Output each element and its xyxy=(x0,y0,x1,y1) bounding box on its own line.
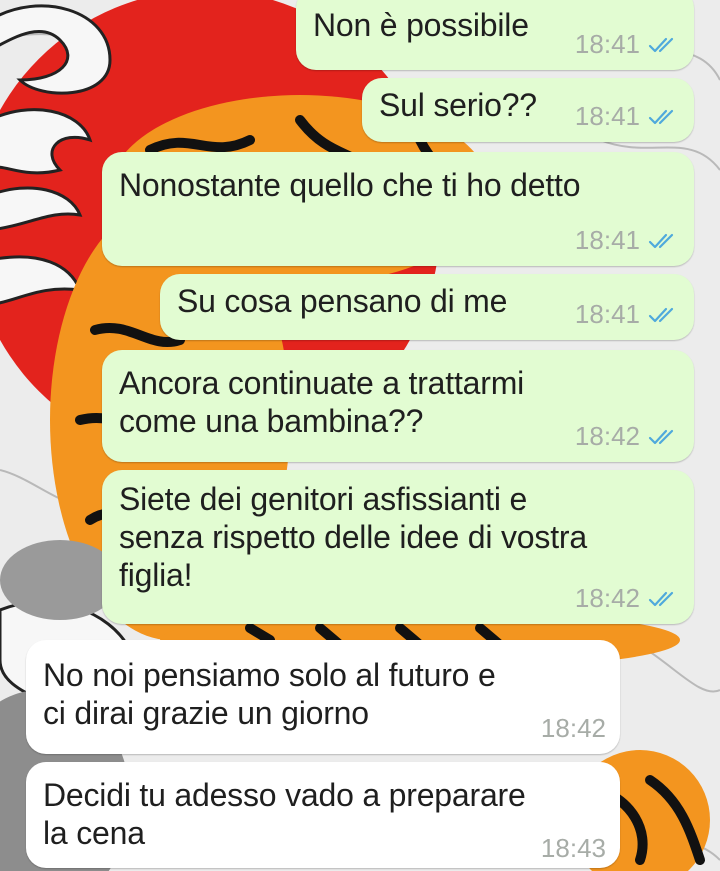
message-bubble-incoming[interactable]: No noi pensiamo solo al futuro e ci dira… xyxy=(26,640,620,754)
message-text: Siete dei genitori asfissianti e senza r… xyxy=(119,481,587,593)
message-time: 18:43 xyxy=(540,833,606,863)
message-time: 18:42 xyxy=(574,583,640,613)
message-meta: 18:42 xyxy=(575,421,680,452)
message-meta: 18:41 xyxy=(575,225,680,256)
message-bubble-incoming[interactable]: Decidi tu adesso vado a preparare la cen… xyxy=(26,762,620,868)
message-meta: 18:41 xyxy=(575,101,680,132)
message-time: 18:42 xyxy=(540,713,606,743)
message-text: Sul serio?? xyxy=(379,87,537,123)
message-text: Ancora continuate a trattarmi come una b… xyxy=(119,365,525,439)
read-double-tick-icon xyxy=(648,590,680,608)
message-meta: 18:41 xyxy=(575,29,680,60)
message-meta: 18:42 xyxy=(541,713,606,744)
message-meta: 18:43 xyxy=(541,833,606,864)
message-meta: 18:41 xyxy=(575,299,680,330)
message-bubble-outgoing[interactable]: Su cosa pensano di me 18:41 xyxy=(160,274,694,340)
message-bubble-outgoing[interactable]: Nonostante quello che ti ho detto 18:41 xyxy=(102,152,694,266)
message-text: Su cosa pensano di me xyxy=(177,283,508,319)
message-meta: 18:42 xyxy=(575,583,680,614)
message-bubble-outgoing[interactable]: Siete dei genitori asfissianti e senza r… xyxy=(102,470,694,624)
message-text: Decidi tu adesso vado a preparare la cen… xyxy=(43,777,526,851)
read-double-tick-icon xyxy=(648,232,680,250)
message-text: Non è possibile xyxy=(313,7,529,43)
message-time: 18:41 xyxy=(574,299,640,329)
message-bubble-outgoing[interactable]: Ancora continuate a trattarmi come una b… xyxy=(102,350,694,462)
read-double-tick-icon xyxy=(648,36,680,54)
message-text: Nonostante quello che ti ho detto xyxy=(119,167,581,203)
read-double-tick-icon xyxy=(648,306,680,324)
message-time: 18:41 xyxy=(574,101,640,131)
message-time: 18:42 xyxy=(574,421,640,451)
read-double-tick-icon xyxy=(648,108,680,126)
message-bubble-outgoing[interactable]: Sul serio?? 18:41 xyxy=(362,78,694,142)
read-double-tick-icon xyxy=(648,428,680,446)
message-bubble-outgoing[interactable]: Non è possibile 18:41 xyxy=(296,0,694,70)
message-time: 18:41 xyxy=(574,225,640,255)
message-time: 18:41 xyxy=(574,29,640,59)
message-text: No noi pensiamo solo al futuro e ci dira… xyxy=(43,657,496,731)
